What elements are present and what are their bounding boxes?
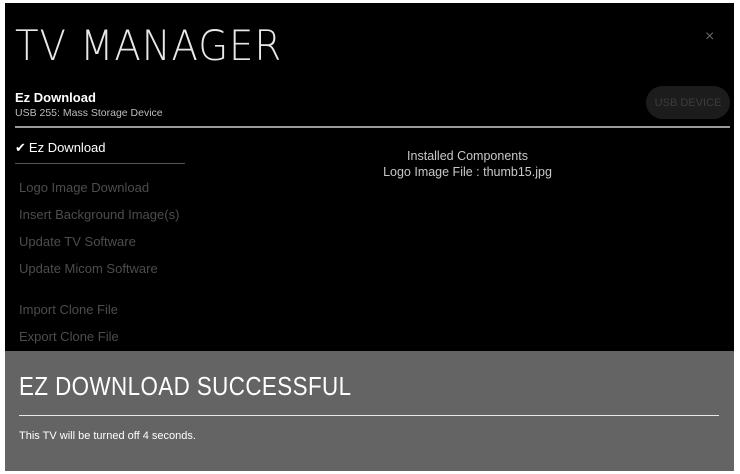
close-icon[interactable]: × (705, 28, 714, 46)
menu-item-import-clone-file[interactable]: Import Clone File (19, 302, 118, 317)
section-title: Ez Download (15, 90, 96, 105)
tv-manager-screen: TV MANAGER × Ez Download USB 255: Mass S… (5, 3, 734, 471)
success-popup: EZ DOWNLOAD SUCCESSFUL This TV will be t… (5, 351, 734, 471)
page-title: TV MANAGER (15, 21, 283, 70)
content-detail: Logo Image File : thumb15.jpg (383, 165, 552, 179)
menu-item-update-tv-software[interactable]: Update TV Software (19, 234, 136, 249)
content-panel: Installed Components Logo Image File : t… (305, 148, 630, 180)
menu-divider (15, 163, 185, 164)
menu-item-logo-image-download[interactable]: Logo Image Download (19, 180, 149, 195)
popup-divider (19, 415, 719, 416)
header-divider (15, 126, 730, 128)
popup-message: This TV will be turned off 4 seconds. (19, 430, 196, 442)
content-heading: Installed Components (407, 149, 528, 163)
menu-item-export-clone-file[interactable]: Export Clone File (19, 329, 119, 344)
menu-item-ez-download[interactable]: ✔ Ez Download (15, 140, 106, 156)
menu-item-label: Ez Download (28, 140, 106, 155)
menu-item-insert-background-image[interactable]: Insert Background Image(s) (19, 207, 179, 222)
device-label: USB 255: Mass Storage Device (15, 107, 163, 119)
menu-item-update-micom-software[interactable]: Update Micom Software (19, 261, 158, 276)
checkmark-icon: ✔ (15, 140, 26, 155)
popup-title: EZ DOWNLOAD SUCCESSFUL (19, 371, 352, 401)
usb-device-button[interactable]: USB DEVICE (646, 86, 730, 119)
